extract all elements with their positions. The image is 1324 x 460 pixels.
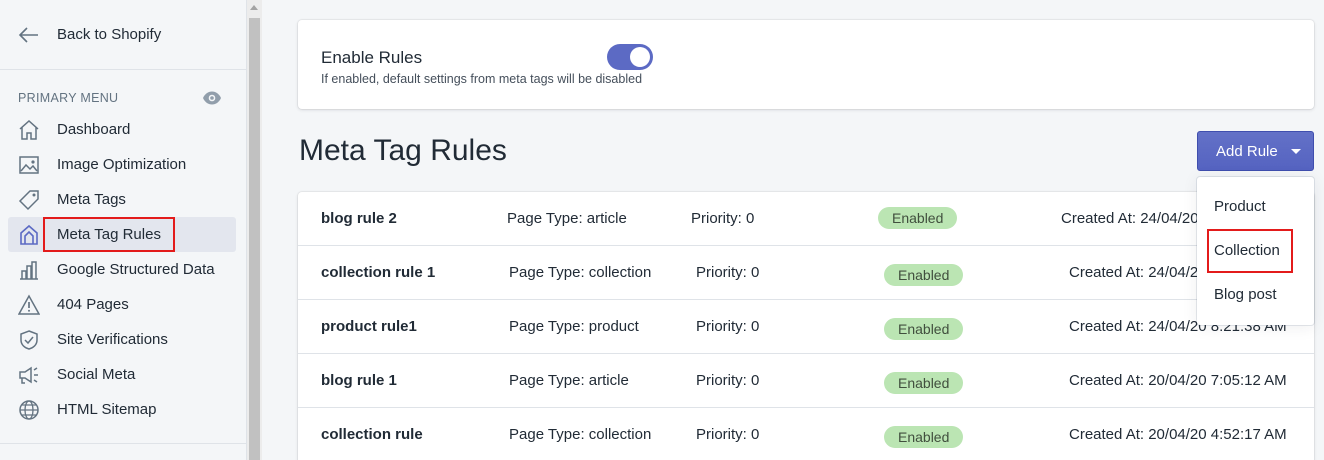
rule-created-at: Created At: 20/04/20 7:05:12 AM (1069, 372, 1287, 389)
table-row[interactable]: product rule1 Page Type: product Priorit… (298, 300, 1314, 354)
table-row[interactable]: blog rule 1 Page Type: article Priority:… (298, 354, 1314, 408)
add-rule-dropdown: Product Collection Blog post (1197, 177, 1314, 325)
globe-icon (19, 399, 39, 420)
warning-icon (18, 293, 40, 315)
enable-rules-toggle[interactable] (607, 44, 653, 70)
rule-page-type: Page Type: article (507, 210, 627, 227)
shield-check-icon (20, 329, 38, 350)
toggle-knob (630, 47, 650, 67)
rule-name: product rule1 (321, 318, 417, 335)
rule-created-at: Created At: 20/04/20 4:52:17 AM (1069, 426, 1287, 443)
sidebar-item-label: Dashboard (57, 121, 131, 138)
rule-created-at: Created At: 24/04/2 (1069, 264, 1199, 281)
sidebar-scrollbar[interactable] (247, 0, 262, 460)
add-rule-button[interactable]: Add Rule (1197, 131, 1314, 171)
table-row[interactable]: blog rule 2 Page Type: article Priority:… (298, 192, 1314, 246)
sidebar-item-google-structured-data[interactable]: Google Structured Data (8, 252, 236, 287)
sidebar-item-404-pages[interactable]: 404 Pages (8, 287, 236, 322)
enable-rules-title: Enable Rules (321, 48, 423, 67)
dropdown-item-label: Product (1214, 198, 1266, 215)
sidebar-item-html-sitemap[interactable]: HTML Sitemap (8, 392, 236, 427)
scrollbar-thumb[interactable] (249, 18, 260, 460)
add-rule-label: Add Rule (1216, 142, 1278, 160)
divider (0, 443, 247, 444)
rules-icon (20, 224, 38, 245)
enable-rules-card: Enable Rules If enabled, default setting… (298, 20, 1314, 109)
sidebar-item-dashboard[interactable]: Dashboard (8, 112, 236, 147)
sidebar-item-image-optimization[interactable]: Image Optimization (8, 147, 236, 182)
dropdown-item-collection[interactable]: Collection (1197, 229, 1314, 273)
sidebar-item-social-meta[interactable]: Social Meta (8, 357, 236, 392)
rule-page-type: Page Type: article (509, 372, 629, 389)
rule-page-type: Page Type: collection (509, 264, 652, 281)
rule-name: blog rule 1 (321, 372, 397, 389)
sidebar-item-label: Site Verifications (57, 331, 168, 348)
rule-name: collection rule 1 (321, 264, 436, 281)
primary-menu: Dashboard Image Optimization Meta Tags M… (0, 112, 246, 427)
dropdown-item-product[interactable]: Product (1197, 185, 1314, 229)
rule-page-type: Page Type: product (509, 318, 639, 335)
table-row[interactable]: collection rule Page Type: collection Pr… (298, 408, 1314, 460)
sidebar-item-site-verifications[interactable]: Site Verifications (8, 322, 236, 357)
rule-priority: Priority: 0 (691, 210, 755, 227)
sidebar: Back to Shopify PRIMARY MENU Dashboard I… (0, 0, 247, 460)
tag-icon (18, 189, 39, 210)
sidebar-item-meta-tags[interactable]: Meta Tags (8, 182, 236, 217)
sidebar-item-label: Google Structured Data (57, 261, 215, 278)
rule-priority: Priority: 0 (696, 318, 760, 335)
enable-rules-description: If enabled, default settings from meta t… (321, 72, 643, 86)
dropdown-item-label: Blog post (1214, 286, 1277, 303)
rule-priority: Priority: 0 (696, 426, 760, 443)
status-badge: Enabled (878, 207, 958, 229)
table-row[interactable]: collection rule 1 Page Type: collection … (298, 246, 1314, 300)
rule-page-type: Page Type: collection (509, 426, 652, 443)
status-badge: Enabled (884, 426, 964, 448)
sidebar-item-meta-tag-rules[interactable]: Meta Tag Rules (8, 217, 236, 252)
back-label: Back to Shopify (57, 26, 162, 43)
bar-chart-icon (20, 260, 38, 280)
sidebar-item-label: Meta Tags (57, 191, 126, 208)
rule-priority: Priority: 0 (696, 264, 760, 281)
social-icon (19, 366, 38, 384)
status-badge: Enabled (884, 318, 964, 340)
dropdown-item-blog-post[interactable]: Blog post (1197, 273, 1314, 317)
eye-icon[interactable] (202, 88, 222, 108)
image-icon (19, 155, 39, 174)
sidebar-item-label: Meta Tag Rules (43, 217, 175, 252)
page-title: Meta Tag Rules (299, 134, 507, 167)
caret-down-icon (1290, 148, 1301, 154)
dropdown-item-label: Collection (1207, 229, 1293, 273)
sidebar-item-label: HTML Sitemap (57, 401, 157, 418)
rules-list: blog rule 2 Page Type: article Priority:… (298, 192, 1314, 460)
arrow-left-icon (18, 26, 38, 43)
status-badge: Enabled (884, 372, 964, 394)
scroll-up-arrow-icon[interactable] (250, 5, 258, 10)
home-icon (19, 119, 39, 140)
rule-name: blog rule 2 (321, 210, 397, 227)
primary-menu-heading: PRIMARY MENU (0, 70, 246, 110)
rule-name: collection rule (321, 426, 423, 443)
sidebar-item-label: Image Optimization (57, 156, 187, 173)
menu-heading-label: PRIMARY MENU (18, 91, 119, 105)
sidebar-item-label: 404 Pages (57, 296, 129, 313)
status-badge: Enabled (884, 264, 964, 286)
sidebar-item-label: Social Meta (57, 366, 136, 383)
rule-created-at: Created At: 24/04/20 (1061, 210, 1199, 227)
back-to-shopify-link[interactable]: Back to Shopify (0, 0, 246, 70)
rule-priority: Priority: 0 (696, 372, 760, 389)
